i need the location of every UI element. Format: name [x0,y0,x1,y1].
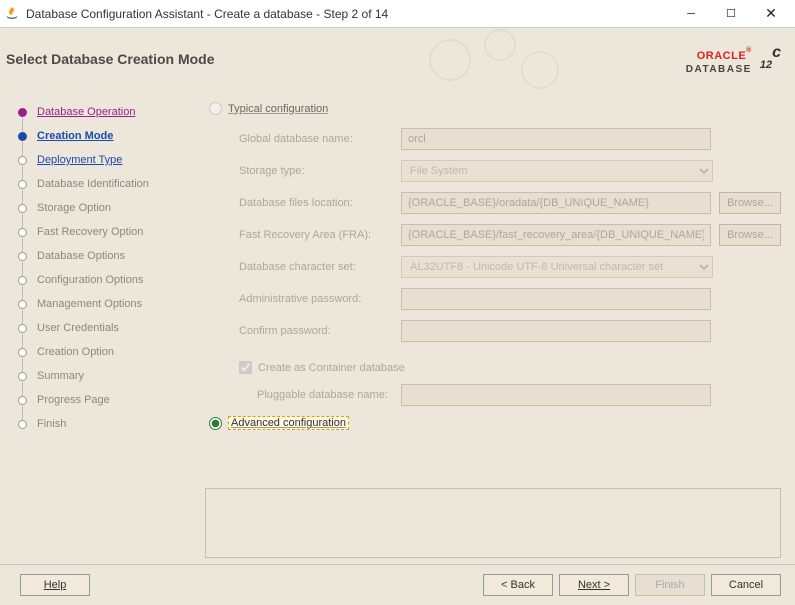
sidebar-item-database-options: Database Options [18,244,177,268]
charset-label: Database character set: [239,261,401,273]
admin-password-label: Administrative password: [239,293,401,305]
charset-select: AL32UTF8 - Unicode UTF-8 Universal chara… [401,256,713,278]
sidebar-item-configuration-options: Configuration Options [18,268,177,292]
cancel-button[interactable]: Cancel [711,574,781,596]
java-icon [4,6,20,22]
back-button[interactable]: < Back [483,574,553,596]
sidebar-item-management-options: Management Options [18,292,177,316]
sidebar-item-progress-page: Progress Page [18,388,177,412]
sidebar-item-database-operation[interactable]: Database Operation [18,100,177,124]
brand-area: ORACLE® DATABASE 12c [686,42,781,76]
sidebar-item-storage-option: Storage Option [18,196,177,220]
sidebar-item-creation-mode[interactable]: Creation Mode [18,124,177,148]
fra-label: Fast Recovery Area (FRA): [239,229,401,241]
dbfiles-location-input [401,192,711,214]
next-button[interactable]: Next > [559,574,629,596]
advanced-configuration-radio[interactable]: Advanced configuration [209,416,781,430]
storage-type-label: Storage type: [239,165,401,177]
window-title: Database Configuration Assistant - Creat… [26,7,671,21]
gears-decoration [420,28,600,90]
page-title: Select Database Creation Mode [6,51,215,67]
dbfiles-browse-button: Browse... [719,192,781,214]
sidebar-item-user-credentials: User Credentials [18,316,177,340]
message-box [205,488,781,558]
sidebar: Database Operation Creation Mode Deploym… [0,90,181,564]
admin-password-input [401,288,711,310]
dbfiles-location-label: Database files location: [239,197,401,209]
typical-configuration-radio[interactable]: Typical configuration [209,102,781,115]
global-dbname-label: Global database name: [239,133,401,145]
sidebar-item-finish: Finish [18,412,177,436]
help-button[interactable]: Help [20,574,90,596]
finish-button: Finish [635,574,705,596]
minimize-button[interactable]: ─ [671,1,711,27]
storage-type-select: File System [401,160,713,182]
global-dbname-input [401,128,711,150]
fra-browse-button: Browse... [719,224,781,246]
maximize-button[interactable]: ☐ [711,1,751,27]
sidebar-item-summary: Summary [18,364,177,388]
sidebar-item-creation-option: Creation Option [18,340,177,364]
fra-input [401,224,711,246]
container-database-checkbox: Create as Container database [239,361,781,374]
confirm-password-input [401,320,711,342]
sidebar-item-deployment-type[interactable]: Deployment Type [18,148,177,172]
pluggable-dbname-label: Pluggable database name: [257,389,401,401]
sidebar-item-database-identification: Database Identification [18,172,177,196]
pluggable-dbname-input [401,384,711,406]
close-button[interactable]: ✕ [751,1,791,27]
confirm-password-label: Confirm password: [239,325,401,337]
sidebar-item-fast-recovery-option: Fast Recovery Option [18,220,177,244]
